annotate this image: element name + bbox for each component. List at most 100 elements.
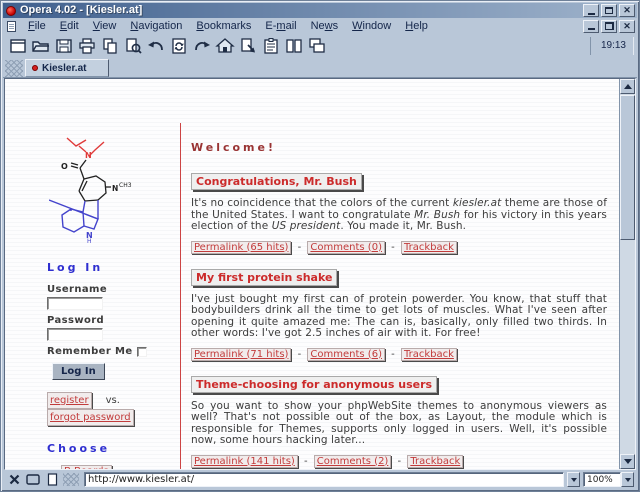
save-icon <box>54 37 74 55</box>
vertical-scrollbar[interactable] <box>619 79 635 469</box>
post-link[interactable]: Comments (0) <box>307 241 385 254</box>
sidebar-divider <box>180 123 181 469</box>
arrow-up-icon <box>624 84 632 89</box>
open-icon <box>31 37 51 55</box>
print-button[interactable] <box>75 35 98 56</box>
document-button[interactable] <box>44 472 60 487</box>
dropdown-arrow-icon <box>571 478 577 482</box>
new-window-button[interactable] <box>6 35 29 56</box>
post-link[interactable]: Trackback <box>401 348 457 361</box>
sidebar: N O N CH3 <box>5 79 181 469</box>
login-button[interactable]: Log In <box>52 363 105 380</box>
post-link[interactable]: Trackback <box>407 455 463 468</box>
zoom-dropdown-arrow-icon <box>625 478 631 482</box>
welcome-heading: Welcome! <box>191 141 607 154</box>
child-restore-icon <box>605 22 614 30</box>
back-icon <box>146 37 166 55</box>
window-mode-button[interactable] <box>25 472 41 487</box>
opera-window: Opera 4.02 - [Kiesler.at] ✕ FileEditView… <box>0 0 640 492</box>
print-icon <box>77 37 97 55</box>
menu-window[interactable]: Window <box>345 19 398 33</box>
tab-kiesler[interactable]: Kiesler.at <box>25 59 109 77</box>
copy-button[interactable] <box>98 35 121 56</box>
child-minimize-icon <box>588 28 595 30</box>
cascade-windows-button[interactable] <box>305 35 328 56</box>
post-links: Permalink (141 hits) - Comments (2) - Tr… <box>191 455 607 468</box>
svg-text:N: N <box>85 151 92 160</box>
notes-button[interactable] <box>259 35 282 56</box>
list-item: B.Boards <box>49 465 175 469</box>
menu-help[interactable]: Help <box>398 19 435 33</box>
transfer-button[interactable] <box>236 35 259 56</box>
statusbar-grip[interactable] <box>63 473 79 486</box>
zoom-dropdown-button[interactable] <box>621 472 634 487</box>
drag-grip[interactable] <box>5 60 23 77</box>
post-title[interactable]: Theme-choosing for anonymous users <box>191 376 437 393</box>
scroll-down-button[interactable] <box>620 454 635 469</box>
svg-text:CH3: CH3 <box>119 182 132 189</box>
main-content: Welcome! Congratulations, Mr. Bush It's … <box>181 79 619 469</box>
post-link[interactable]: Permalink (65 hits) <box>191 241 291 254</box>
new-window-icon <box>8 37 28 55</box>
child-close-icon: ✕ <box>623 22 631 31</box>
maximize-button[interactable] <box>601 4 617 17</box>
post-title[interactable]: My first protein shake <box>191 269 337 286</box>
menu-bookmarks[interactable]: Bookmarks <box>189 19 258 33</box>
sidebar-link-bboards[interactable]: B.Boards <box>61 465 112 469</box>
save-button[interactable] <box>52 35 75 56</box>
menu-email[interactable]: E-mail <box>258 19 303 33</box>
link-separator: - <box>294 242 304 253</box>
menu-view[interactable]: View <box>86 19 124 33</box>
child-minimize-button[interactable] <box>583 20 599 33</box>
post-link[interactable]: Permalink (71 hits) <box>191 348 291 361</box>
window-mode-icon <box>26 474 40 486</box>
close-button[interactable]: ✕ <box>619 4 635 17</box>
register-link[interactable]: register <box>47 392 92 409</box>
tile-windows-icon <box>284 37 304 55</box>
menu-navigation[interactable]: Navigation <box>123 19 189 33</box>
blog-post: My first protein shake I've just bought … <box>191 266 607 361</box>
reload-button[interactable] <box>167 35 190 56</box>
child-close-button[interactable]: ✕ <box>619 20 635 33</box>
cascade-windows-icon <box>307 37 327 55</box>
post-link[interactable]: Comments (2) <box>314 455 392 468</box>
web-page: N O N CH3 <box>5 79 619 469</box>
forgot-password-link[interactable]: forgot password <box>47 409 134 426</box>
scrollbar-thumb[interactable] <box>620 95 635 240</box>
minimize-button[interactable] <box>583 4 599 17</box>
open-button[interactable] <box>29 35 52 56</box>
remember-me-checkbox[interactable] <box>137 347 147 357</box>
maximize-icon <box>605 7 613 14</box>
link-separator: - <box>388 242 398 253</box>
zoom-input[interactable] <box>583 472 621 487</box>
document-window-icon[interactable] <box>7 21 16 32</box>
menubar: FileEditViewNavigationBookmarksE-mailNew… <box>3 18 637 34</box>
post-link[interactable]: Trackback <box>401 241 457 254</box>
window-bar: Kiesler.at <box>3 57 637 78</box>
post-link[interactable]: Comments (6) <box>307 348 385 361</box>
blog-post: Congratulations, Mr. Bush It's no coinci… <box>191 170 607 254</box>
scroll-up-button[interactable] <box>620 79 635 94</box>
address-input[interactable] <box>84 472 564 487</box>
address-dropdown-button[interactable] <box>567 472 580 487</box>
post-body: So you want to show your phpWebSite them… <box>191 401 607 447</box>
child-restore-button[interactable] <box>601 20 617 33</box>
stop-button[interactable] <box>6 472 22 487</box>
titlebar[interactable]: Opera 4.02 - [Kiesler.at] ✕ <box>3 3 637 18</box>
link-separator: - <box>388 349 398 360</box>
menu-news[interactable]: News <box>304 19 346 33</box>
menu-edit[interactable]: Edit <box>53 19 86 33</box>
home-button[interactable] <box>213 35 236 56</box>
post-link[interactable]: Permalink (141 hits) <box>191 455 298 468</box>
post-title[interactable]: Congratulations, Mr. Bush <box>191 173 362 190</box>
svg-text:N: N <box>112 184 118 193</box>
password-label: Password <box>47 315 175 326</box>
back-button[interactable] <box>144 35 167 56</box>
menu-file[interactable]: File <box>21 19 53 33</box>
forward-button[interactable] <box>190 35 213 56</box>
username-field[interactable] <box>47 297 103 310</box>
find-button[interactable] <box>121 35 144 56</box>
password-field[interactable] <box>47 328 103 341</box>
tile-windows-button[interactable] <box>282 35 305 56</box>
toolbar: 19:13 <box>3 34 637 57</box>
